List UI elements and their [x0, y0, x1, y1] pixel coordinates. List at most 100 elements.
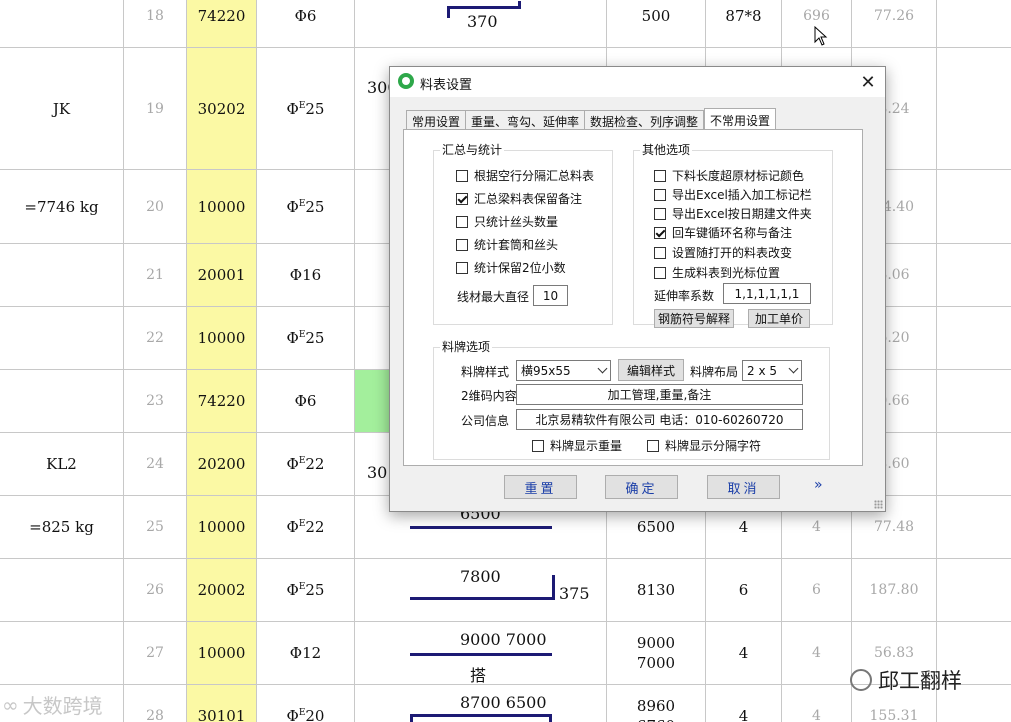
cut-length-1: 9000: [636, 634, 676, 652]
close-button[interactable]: ✕: [851, 67, 885, 97]
rebar-line: [410, 597, 555, 600]
option-thread-count-only[interactable]: 只统计丝头数量: [456, 213, 558, 230]
option-blank-row-split[interactable]: 根据空行分隔汇总料表: [456, 167, 594, 184]
extra-cell: [937, 170, 1011, 243]
ok-button[interactable]: 确定: [605, 475, 678, 499]
diameter: Φ E 25: [257, 559, 355, 621]
checkbox[interactable]: [456, 192, 468, 205]
max-diameter-input[interactable]: 10: [533, 285, 568, 306]
shape-sketch: 7800 375: [355, 559, 607, 621]
option-label: 下料长度超原材标记颜色: [672, 169, 805, 183]
rebar-grade-symbol: Φ: [286, 197, 299, 216]
checkbox[interactable]: [456, 238, 468, 251]
tag-layout-select[interactable]: 2 x 5: [742, 360, 802, 381]
rebar-line: [447, 6, 521, 9]
tab-weight-hook-elongation[interactable]: 重量、弯勾、延伸率: [466, 110, 586, 131]
diameter-value: 16: [302, 266, 322, 284]
company-info-input[interactable]: 北京易精软件有限公司 电话：010-60260720: [516, 409, 803, 430]
settings-dialog: 料表设置 ✕ 常用设置 重量、弯勾、延伸率 数据检查、列序调整 不常用设置 汇总…: [389, 66, 886, 512]
option-tag-show-separator[interactable]: 料牌显示分隔字符: [647, 437, 761, 454]
option-excel-process-mark[interactable]: 导出Excel插入加工标记栏: [654, 186, 812, 203]
rebar-grade-symbol: Φ: [286, 707, 299, 722]
grade-superscript: E: [298, 708, 306, 718]
option-enter-cycle[interactable]: 回车键循环名称与备注: [654, 224, 792, 241]
row-index: 27: [124, 622, 187, 684]
more-button[interactable]: »: [814, 477, 823, 493]
company-info-label: 公司信息: [461, 414, 510, 428]
tag-layout-value: 2 x 5: [747, 363, 777, 378]
resize-grip-icon[interactable]: [874, 500, 883, 509]
elongation-input[interactable]: 1,1,1,1,1,1: [723, 283, 811, 304]
shape-code: 74220: [187, 370, 257, 432]
checkbox[interactable]: [456, 261, 468, 274]
link-icon: ∞: [2, 692, 19, 717]
diameter-value: 25: [305, 99, 325, 118]
diameter-value: 20: [305, 707, 325, 722]
member-name: =7746 kg: [0, 170, 124, 243]
option-overlength-color[interactable]: 下料长度超原材标记颜色: [654, 167, 804, 184]
shape-code: 10000: [187, 622, 257, 684]
shape-dim-right: 375: [559, 584, 590, 603]
weight: 77.26: [852, 0, 937, 47]
other-options-group: 其他选项 下料长度超原材标记颜色 导出Excel插入加工标记栏 导出Excel按…: [633, 143, 833, 328]
checkbox[interactable]: [532, 439, 544, 452]
member-name: KL2: [0, 433, 124, 495]
checkbox[interactable]: [654, 207, 666, 220]
option-label: 汇总梁料表保留备注: [474, 192, 583, 206]
row-index: 21: [124, 244, 187, 306]
checkbox[interactable]: [654, 169, 666, 182]
count: 4: [706, 622, 782, 684]
rebar-line: [410, 714, 552, 717]
checkbox[interactable]: [456, 169, 468, 182]
reset-button[interactable]: 重置: [504, 475, 577, 499]
tag-style-select[interactable]: 横95x55: [516, 360, 611, 381]
shape-sketch: 8700 6500300300: [355, 685, 607, 722]
diameter-value: 22: [305, 518, 325, 536]
option-sleeve-and-thread[interactable]: 统计套筒和丝头: [456, 236, 558, 253]
diameter: Φ 12: [257, 622, 355, 684]
total-count: 6: [782, 559, 852, 621]
grade-superscript: E: [298, 456, 306, 466]
option-keep-beam-remarks[interactable]: 汇总梁料表保留备注: [456, 190, 582, 207]
option-two-decimals[interactable]: 统计保留2位小数: [456, 259, 566, 276]
rebar-shape: 8700 6500300300: [355, 685, 606, 722]
checkbox[interactable]: [456, 215, 468, 228]
tag-group-title: 料牌选项: [440, 340, 493, 354]
option-generate-at-cursor[interactable]: 生成料表到光标位置: [654, 264, 780, 281]
shape-dim-top: 7800: [460, 567, 501, 586]
cut-length-2: 7000: [636, 654, 676, 672]
rebar-grade-symbol: Φ: [289, 644, 303, 662]
rebar-symbol-button[interactable]: 钢筋符号解释: [654, 309, 734, 328]
rebar-line: [549, 714, 552, 722]
checkbox[interactable]: [654, 188, 666, 201]
checkbox[interactable]: [654, 246, 666, 259]
tab-common-settings[interactable]: 常用设置: [406, 110, 467, 131]
tag-style-value: 横95x55: [521, 364, 571, 378]
grade-superscript: E: [298, 519, 306, 529]
option-tag-show-weight[interactable]: 料牌显示重量: [532, 437, 622, 454]
tab-data-check-column-order[interactable]: 数据检查、列序调整: [585, 110, 705, 131]
row-index: 22: [124, 307, 187, 369]
checkbox[interactable]: [647, 439, 659, 452]
wechat-icon: [850, 669, 872, 691]
rebar-line: [447, 6, 450, 18]
processing-price-button[interactable]: 加工单价: [748, 309, 810, 328]
option-label: 统计套筒和丝头: [474, 238, 559, 252]
diameter: Φ6: [257, 370, 355, 432]
total-count: 4: [782, 685, 852, 722]
grade-superscript: E: [298, 100, 306, 111]
qr-content-input[interactable]: 加工管理,重量,备注: [516, 384, 803, 405]
tab-uncommon-settings[interactable]: 不常用设置: [704, 108, 777, 131]
edit-style-button[interactable]: 编辑样式: [618, 359, 684, 381]
cancel-button[interactable]: 取消: [707, 475, 780, 499]
table-row: 26 20002 Φ E 25 7800 375 8130 6 6 187.80: [0, 559, 1011, 622]
checkbox[interactable]: [654, 266, 666, 279]
rebar-shape: 9000 7000 搭: [355, 622, 606, 685]
option-excel-date-folder[interactable]: 导出Excel按日期建文件夹: [654, 205, 812, 222]
rebar-shape: 7800 375: [355, 559, 606, 621]
diameter-value: 25: [305, 197, 325, 216]
checkbox[interactable]: [654, 226, 666, 239]
option-follow-opened-sheet[interactable]: 设置随打开的料表改变: [654, 244, 792, 261]
cut-length: 9000 7000: [607, 622, 706, 684]
diameter-value: 6: [306, 7, 317, 25]
